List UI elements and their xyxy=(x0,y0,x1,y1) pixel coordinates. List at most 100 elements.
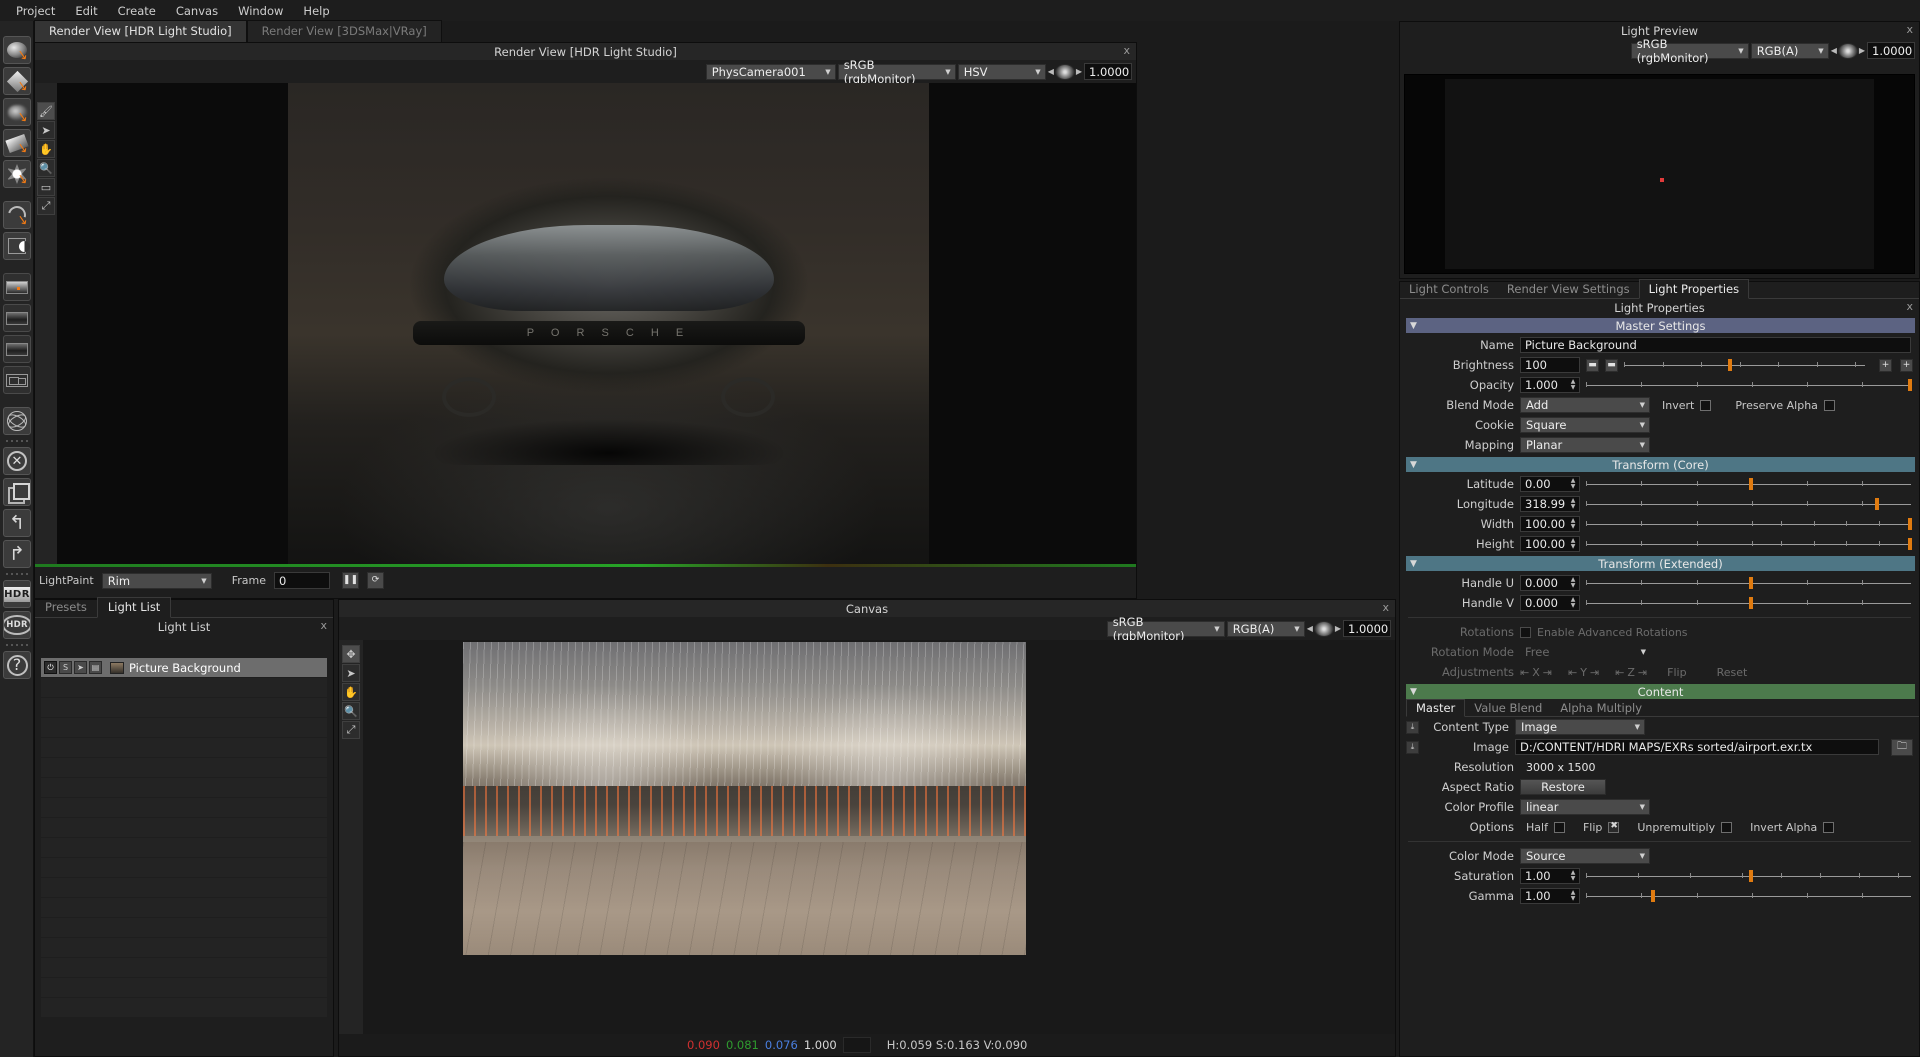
light-lock-toggle-icon[interactable]: ▤ xyxy=(89,661,102,674)
preview-exposure-value[interactable]: 1.0000 xyxy=(1867,42,1915,59)
pan-hand-tool-icon[interactable]: ✋ xyxy=(342,683,360,701)
close-icon[interactable]: x xyxy=(1382,601,1389,614)
pause-icon[interactable]: ❚❚ xyxy=(341,572,359,589)
invert-checkbox[interactable] xyxy=(1700,399,1712,411)
color-mode-select[interactable]: Source xyxy=(1520,848,1650,864)
handle-v-slider[interactable] xyxy=(1586,595,1911,611)
close-icon[interactable]: x xyxy=(1906,23,1913,36)
menu-window[interactable]: Window xyxy=(228,2,293,20)
light-type-procedural-icon[interactable] xyxy=(3,232,31,260)
camera-select[interactable]: PhysCamera001 xyxy=(705,63,836,80)
section-content[interactable]: ▼ Content xyxy=(1406,684,1915,699)
menu-create[interactable]: Create xyxy=(108,2,166,20)
light-power-toggle-icon[interactable]: ⏻ xyxy=(44,661,57,674)
latitude-stepper[interactable]: ▲ ▼ xyxy=(1568,477,1578,491)
refresh-icon[interactable]: ⟳ xyxy=(366,572,384,589)
rotate-y-right-icon[interactable]: ⇥ xyxy=(1590,666,1599,679)
light-type-arc-icon[interactable]: ↘ xyxy=(3,201,31,229)
half-checkbox[interactable] xyxy=(1553,821,1565,833)
adjust-x-group[interactable]: ⇤ X ⇥ xyxy=(1520,666,1552,679)
zoom-region-tool-icon[interactable]: ▭ xyxy=(37,178,55,196)
enable-advanced-rotations-checkbox[interactable] xyxy=(1520,626,1531,638)
list-item[interactable] xyxy=(41,758,327,777)
saturation-input[interactable]: 1.00 ▲ ▼ xyxy=(1520,868,1580,884)
gamma-slider[interactable] xyxy=(1586,888,1911,904)
brightness-decrease-button[interactable]: ▬ xyxy=(1586,358,1599,372)
flip-checkbox[interactable] xyxy=(1608,821,1620,833)
delete-light-icon[interactable]: ✕ xyxy=(3,447,31,475)
section-transform-core[interactable]: ▼ Transform (Core) xyxy=(1406,457,1915,472)
section-master-settings[interactable]: ▼ Master Settings xyxy=(1406,318,1915,333)
handle-u-slider[interactable] xyxy=(1586,575,1911,591)
menu-canvas[interactable]: Canvas xyxy=(166,2,228,20)
rotate-x-left-icon[interactable]: ⇤ xyxy=(1520,666,1529,679)
light-type-soft-icon[interactable]: ↘ xyxy=(3,98,31,126)
help-icon[interactable]: ? xyxy=(3,651,31,679)
list-item[interactable] xyxy=(41,678,327,697)
list-item[interactable] xyxy=(41,998,327,1017)
hdri-background-icon[interactable] xyxy=(3,304,31,332)
light-type-area-icon[interactable]: ↘ xyxy=(3,36,31,64)
saturation-slider-knob[interactable] xyxy=(1748,870,1753,882)
tab-render-view-settings[interactable]: Render View Settings xyxy=(1498,280,1639,298)
tab-render-view-hdrls[interactable]: Render View [HDR Light Studio] xyxy=(34,20,247,42)
light-type-quad-icon[interactable]: ↘ xyxy=(3,67,31,95)
flip-button[interactable]: Flip xyxy=(1667,666,1686,679)
menu-edit[interactable]: Edit xyxy=(65,2,107,20)
height-stepper[interactable]: ▲ ▼ xyxy=(1568,537,1578,551)
tab-light-list[interactable]: Light List xyxy=(96,597,172,618)
list-item[interactable] xyxy=(41,958,327,977)
duplicate-light-icon[interactable] xyxy=(3,478,31,506)
opacity-stepper[interactable]: ▲ ▼ xyxy=(1568,378,1578,392)
width-stepper[interactable]: ▲ ▼ xyxy=(1568,517,1578,531)
longitude-slider-knob[interactable] xyxy=(1875,498,1880,510)
adjust-z-group[interactable]: ⇤ Z ⇥ xyxy=(1615,666,1647,679)
canvas-exposure-iris-control[interactable]: ◀ ▶ xyxy=(1307,620,1341,637)
select-arrow-tool-icon[interactable]: ➤ xyxy=(37,121,55,139)
brush-tool-icon[interactable]: 🖌 xyxy=(37,102,55,120)
tab-light-properties[interactable]: Light Properties xyxy=(1638,279,1750,299)
opacity-slider-knob[interactable] xyxy=(1907,379,1912,391)
tab-alpha-multiply[interactable]: Alpha Multiply xyxy=(1551,700,1651,716)
handle-u-slider-knob[interactable] xyxy=(1748,577,1753,589)
width-slider[interactable] xyxy=(1586,516,1912,532)
opacity-input[interactable]: 1.000 ▲ ▼ xyxy=(1520,377,1580,393)
colorspace-select[interactable]: sRGB (rgbMonitor) xyxy=(837,58,956,86)
latitude-slider[interactable] xyxy=(1586,476,1911,492)
list-item[interactable] xyxy=(41,698,327,717)
list-item[interactable] xyxy=(41,938,327,957)
close-icon[interactable]: x xyxy=(1906,300,1913,313)
tab-value-blend[interactable]: Value Blend xyxy=(1465,700,1551,716)
list-item[interactable] xyxy=(41,718,327,737)
reset-button[interactable]: Reset xyxy=(1717,666,1748,679)
menu-help[interactable]: Help xyxy=(293,2,339,20)
handle-v-stepper[interactable]: ▲ ▼ xyxy=(1568,596,1578,610)
list-item[interactable] xyxy=(41,798,327,817)
gamma-slider-knob[interactable] xyxy=(1651,890,1655,902)
opacity-slider[interactable] xyxy=(1586,377,1912,393)
gamma-input[interactable]: 1.00 ▲ ▼ xyxy=(1520,888,1580,904)
light-select-toggle-icon[interactable]: ➤ xyxy=(74,661,87,674)
list-item[interactable] xyxy=(41,818,327,837)
mapping-select[interactable]: Planar xyxy=(1520,437,1650,453)
image-load-icon[interactable]: ⤓ xyxy=(1406,740,1419,754)
content-type-load-icon[interactable]: ⤓ xyxy=(1406,720,1419,734)
gamma-stepper[interactable]: ▲ ▼ xyxy=(1568,889,1578,903)
preserve-alpha-checkbox[interactable] xyxy=(1823,399,1835,411)
longitude-stepper[interactable]: ▲ ▼ xyxy=(1568,497,1578,511)
canvas-colorspace-select[interactable]: sRGB (rgbMonitor) xyxy=(1106,615,1225,643)
width-input[interactable]: 100.00 ▲ ▼ xyxy=(1520,516,1580,532)
brightness-decrease-small-button[interactable]: ▬ xyxy=(1605,358,1618,372)
menu-project[interactable]: Project xyxy=(6,2,65,20)
list-item[interactable] xyxy=(41,778,327,797)
light-type-strip-icon[interactable]: ↘ xyxy=(3,129,31,157)
height-input[interactable]: 100.00 ▲ ▼ xyxy=(1520,536,1580,552)
close-icon[interactable]: x xyxy=(1123,44,1130,57)
frame-input[interactable]: 0 xyxy=(273,572,330,589)
color-profile-select[interactable]: linear xyxy=(1520,799,1650,815)
rotation-mode-select[interactable]: Free xyxy=(1520,644,1650,660)
atom-settings-icon[interactable] xyxy=(3,407,31,435)
list-item[interactable] xyxy=(41,918,327,937)
handle-v-slider-knob[interactable] xyxy=(1748,597,1753,609)
exposure-value[interactable]: 1.0000 xyxy=(1084,63,1132,80)
